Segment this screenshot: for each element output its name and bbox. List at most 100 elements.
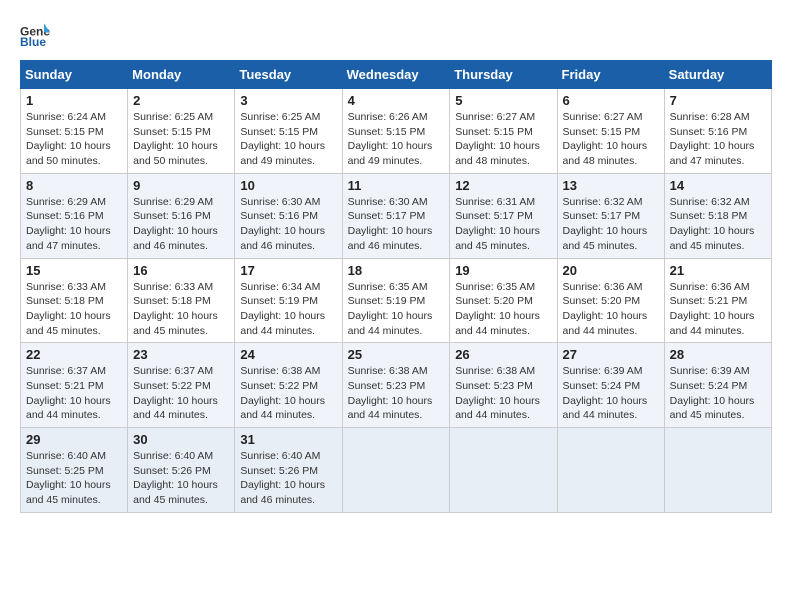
day-number: 16 (133, 263, 229, 278)
calendar-cell: 23 Sunrise: 6:37 AMSunset: 5:22 PMDaylig… (128, 343, 235, 428)
calendar-week-4: 22 Sunrise: 6:37 AMSunset: 5:21 PMDaylig… (21, 343, 772, 428)
cell-info: Sunrise: 6:39 AMSunset: 5:24 PMDaylight:… (563, 365, 648, 421)
day-number: 21 (670, 263, 766, 278)
calendar-cell: 8 Sunrise: 6:29 AMSunset: 5:16 PMDayligh… (21, 173, 128, 258)
cell-info: Sunrise: 6:37 AMSunset: 5:22 PMDaylight:… (133, 365, 218, 421)
calendar-week-1: 1 Sunrise: 6:24 AMSunset: 5:15 PMDayligh… (21, 89, 772, 174)
day-number: 10 (240, 178, 336, 193)
calendar-cell: 15 Sunrise: 6:33 AMSunset: 5:18 PMDaylig… (21, 258, 128, 343)
calendar-cell: 27 Sunrise: 6:39 AMSunset: 5:24 PMDaylig… (557, 343, 664, 428)
day-number: 25 (348, 347, 445, 362)
calendar-cell: 22 Sunrise: 6:37 AMSunset: 5:21 PMDaylig… (21, 343, 128, 428)
calendar-cell: 7 Sunrise: 6:28 AMSunset: 5:16 PMDayligh… (664, 89, 771, 174)
day-number: 30 (133, 432, 229, 447)
cell-info: Sunrise: 6:40 AMSunset: 5:25 PMDaylight:… (26, 450, 111, 506)
calendar-cell: 17 Sunrise: 6:34 AMSunset: 5:19 PMDaylig… (235, 258, 342, 343)
day-number: 29 (26, 432, 122, 447)
calendar-cell: 4 Sunrise: 6:26 AMSunset: 5:15 PMDayligh… (342, 89, 450, 174)
calendar-cell (342, 428, 450, 513)
day-number: 28 (670, 347, 766, 362)
calendar-week-5: 29 Sunrise: 6:40 AMSunset: 5:25 PMDaylig… (21, 428, 772, 513)
cell-info: Sunrise: 6:37 AMSunset: 5:21 PMDaylight:… (26, 365, 111, 421)
cell-info: Sunrise: 6:40 AMSunset: 5:26 PMDaylight:… (133, 450, 218, 506)
calendar-cell: 13 Sunrise: 6:32 AMSunset: 5:17 PMDaylig… (557, 173, 664, 258)
cell-info: Sunrise: 6:38 AMSunset: 5:23 PMDaylight:… (348, 365, 433, 421)
header-friday: Friday (557, 61, 664, 89)
calendar-cell: 11 Sunrise: 6:30 AMSunset: 5:17 PMDaylig… (342, 173, 450, 258)
header-saturday: Saturday (664, 61, 771, 89)
calendar-week-3: 15 Sunrise: 6:33 AMSunset: 5:18 PMDaylig… (21, 258, 772, 343)
header-sunday: Sunday (21, 61, 128, 89)
cell-info: Sunrise: 6:34 AMSunset: 5:19 PMDaylight:… (240, 281, 325, 337)
calendar-cell: 3 Sunrise: 6:25 AMSunset: 5:15 PMDayligh… (235, 89, 342, 174)
calendar-cell: 31 Sunrise: 6:40 AMSunset: 5:26 PMDaylig… (235, 428, 342, 513)
day-number: 14 (670, 178, 766, 193)
logo: General Blue (20, 20, 52, 50)
calendar-cell: 19 Sunrise: 6:35 AMSunset: 5:20 PMDaylig… (450, 258, 557, 343)
day-number: 13 (563, 178, 659, 193)
day-number: 2 (133, 93, 229, 108)
day-number: 12 (455, 178, 551, 193)
header-monday: Monday (128, 61, 235, 89)
calendar-cell (664, 428, 771, 513)
calendar-cell: 12 Sunrise: 6:31 AMSunset: 5:17 PMDaylig… (450, 173, 557, 258)
day-number: 22 (26, 347, 122, 362)
calendar-cell: 30 Sunrise: 6:40 AMSunset: 5:26 PMDaylig… (128, 428, 235, 513)
calendar-cell (557, 428, 664, 513)
day-number: 20 (563, 263, 659, 278)
cell-info: Sunrise: 6:35 AMSunset: 5:19 PMDaylight:… (348, 281, 433, 337)
day-number: 23 (133, 347, 229, 362)
day-number: 26 (455, 347, 551, 362)
page-header: General Blue (20, 20, 772, 50)
day-number: 18 (348, 263, 445, 278)
calendar-cell: 6 Sunrise: 6:27 AMSunset: 5:15 PMDayligh… (557, 89, 664, 174)
calendar-cell: 1 Sunrise: 6:24 AMSunset: 5:15 PMDayligh… (21, 89, 128, 174)
cell-info: Sunrise: 6:36 AMSunset: 5:21 PMDaylight:… (670, 281, 755, 337)
calendar-header-row: SundayMondayTuesdayWednesdayThursdayFrid… (21, 61, 772, 89)
calendar-table: SundayMondayTuesdayWednesdayThursdayFrid… (20, 60, 772, 513)
cell-info: Sunrise: 6:33 AMSunset: 5:18 PMDaylight:… (26, 281, 111, 337)
cell-info: Sunrise: 6:25 AMSunset: 5:15 PMDaylight:… (133, 111, 218, 167)
calendar-cell: 16 Sunrise: 6:33 AMSunset: 5:18 PMDaylig… (128, 258, 235, 343)
cell-info: Sunrise: 6:38 AMSunset: 5:23 PMDaylight:… (455, 365, 540, 421)
cell-info: Sunrise: 6:24 AMSunset: 5:15 PMDaylight:… (26, 111, 111, 167)
cell-info: Sunrise: 6:36 AMSunset: 5:20 PMDaylight:… (563, 281, 648, 337)
calendar-cell: 20 Sunrise: 6:36 AMSunset: 5:20 PMDaylig… (557, 258, 664, 343)
calendar-cell: 21 Sunrise: 6:36 AMSunset: 5:21 PMDaylig… (664, 258, 771, 343)
cell-info: Sunrise: 6:28 AMSunset: 5:16 PMDaylight:… (670, 111, 755, 167)
cell-info: Sunrise: 6:25 AMSunset: 5:15 PMDaylight:… (240, 111, 325, 167)
day-number: 7 (670, 93, 766, 108)
day-number: 24 (240, 347, 336, 362)
day-number: 3 (240, 93, 336, 108)
day-number: 11 (348, 178, 445, 193)
day-number: 31 (240, 432, 336, 447)
day-number: 1 (26, 93, 122, 108)
calendar-cell: 2 Sunrise: 6:25 AMSunset: 5:15 PMDayligh… (128, 89, 235, 174)
cell-info: Sunrise: 6:33 AMSunset: 5:18 PMDaylight:… (133, 281, 218, 337)
svg-text:Blue: Blue (20, 35, 46, 49)
calendar-cell: 10 Sunrise: 6:30 AMSunset: 5:16 PMDaylig… (235, 173, 342, 258)
calendar-cell: 25 Sunrise: 6:38 AMSunset: 5:23 PMDaylig… (342, 343, 450, 428)
cell-info: Sunrise: 6:27 AMSunset: 5:15 PMDaylight:… (455, 111, 540, 167)
day-number: 4 (348, 93, 445, 108)
cell-info: Sunrise: 6:40 AMSunset: 5:26 PMDaylight:… (240, 450, 325, 506)
cell-info: Sunrise: 6:30 AMSunset: 5:17 PMDaylight:… (348, 196, 433, 252)
header-wednesday: Wednesday (342, 61, 450, 89)
calendar-cell: 29 Sunrise: 6:40 AMSunset: 5:25 PMDaylig… (21, 428, 128, 513)
calendar-cell: 26 Sunrise: 6:38 AMSunset: 5:23 PMDaylig… (450, 343, 557, 428)
day-number: 5 (455, 93, 551, 108)
day-number: 17 (240, 263, 336, 278)
calendar-cell: 28 Sunrise: 6:39 AMSunset: 5:24 PMDaylig… (664, 343, 771, 428)
calendar-week-2: 8 Sunrise: 6:29 AMSunset: 5:16 PMDayligh… (21, 173, 772, 258)
cell-info: Sunrise: 6:31 AMSunset: 5:17 PMDaylight:… (455, 196, 540, 252)
cell-info: Sunrise: 6:32 AMSunset: 5:17 PMDaylight:… (563, 196, 648, 252)
day-number: 8 (26, 178, 122, 193)
cell-info: Sunrise: 6:32 AMSunset: 5:18 PMDaylight:… (670, 196, 755, 252)
calendar-cell (450, 428, 557, 513)
day-number: 19 (455, 263, 551, 278)
calendar-cell: 14 Sunrise: 6:32 AMSunset: 5:18 PMDaylig… (664, 173, 771, 258)
cell-info: Sunrise: 6:35 AMSunset: 5:20 PMDaylight:… (455, 281, 540, 337)
cell-info: Sunrise: 6:39 AMSunset: 5:24 PMDaylight:… (670, 365, 755, 421)
header-thursday: Thursday (450, 61, 557, 89)
cell-info: Sunrise: 6:38 AMSunset: 5:22 PMDaylight:… (240, 365, 325, 421)
